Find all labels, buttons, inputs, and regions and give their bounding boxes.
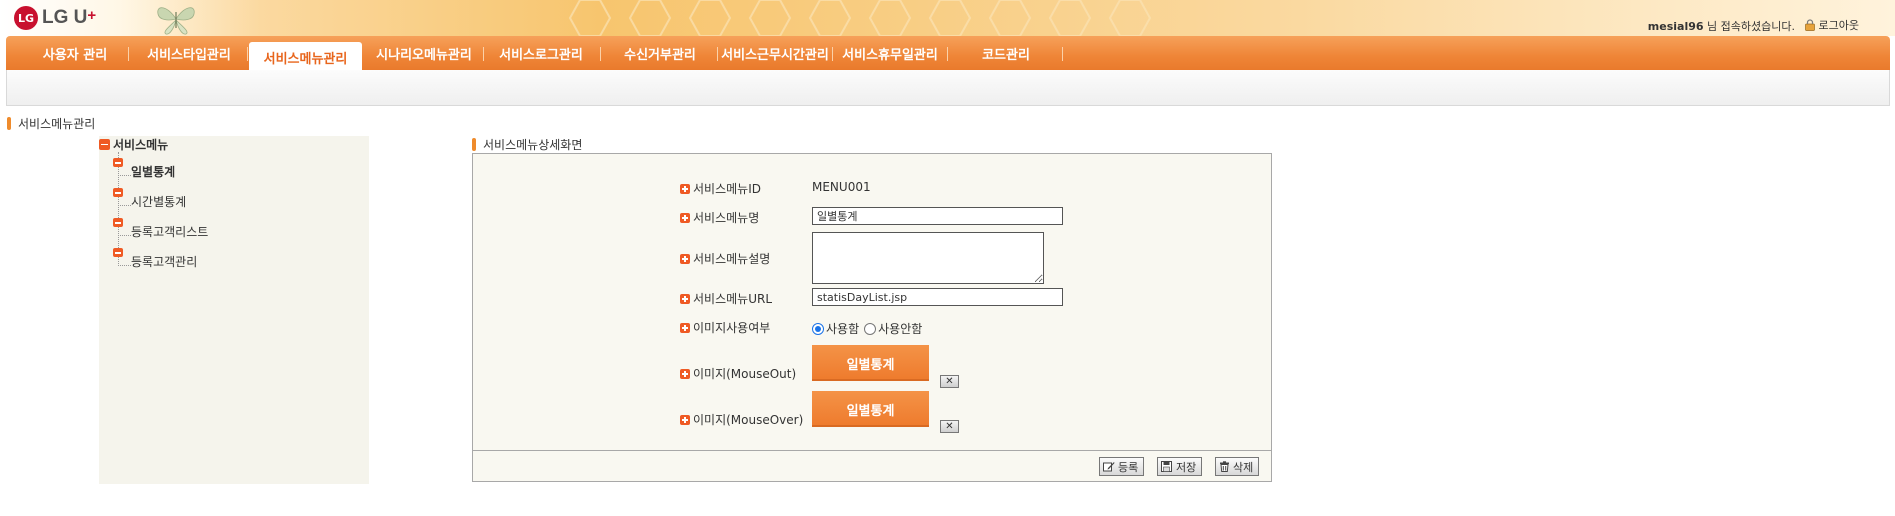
node-minus-icon: [113, 158, 123, 167]
detail-title-label: 서비스메뉴상세화면: [483, 138, 583, 152]
nav-service-type-management[interactable]: 서비스타입관리: [134, 36, 244, 70]
nav-service-work-hours-management[interactable]: 서비스근무시간관리: [719, 36, 831, 70]
tree-branch: [118, 167, 131, 176]
sub-nav-bar: [6, 70, 1890, 106]
logout-label: 로그아웃: [1818, 19, 1859, 32]
required-icon: [680, 253, 690, 264]
save-label: 저장: [1176, 460, 1197, 474]
nav-divider: [128, 47, 129, 61]
register-button[interactable]: 등록: [1099, 457, 1145, 476]
node-minus-icon: [113, 248, 123, 257]
detail-actions-bar: 등록 저장 삭제: [473, 450, 1271, 481]
required-icon: [680, 414, 690, 425]
detail-title: 서비스메뉴상세화면: [472, 136, 582, 153]
menu-name-input[interactable]: [812, 207, 1063, 225]
mouseout-image-preview[interactable]: 일별통계: [812, 345, 929, 381]
nav-service-menu-management[interactable]: 서비스메뉴관리: [249, 42, 362, 72]
remove-mouseout-image-button[interactable]: ✕: [940, 375, 959, 388]
node-minus-icon: [113, 188, 123, 197]
image-use-no-radio[interactable]: [864, 322, 877, 335]
breadcrumb-label: 서비스메뉴관리: [18, 117, 96, 131]
mouseover-image-preview[interactable]: 일별통계: [812, 391, 929, 427]
required-icon: [680, 183, 690, 194]
mouseout-image-label: 이미지(MouseOut): [680, 365, 796, 382]
menu-id-value: MENU001: [812, 180, 871, 194]
delete-button[interactable]: 삭제: [1215, 457, 1260, 476]
login-status: mesial96 님 접속하셨습니다.: [1647, 20, 1795, 33]
nav-divider: [717, 47, 718, 61]
nav-code-management[interactable]: 코드관리: [951, 36, 1061, 70]
remove-mouseover-image-button[interactable]: ✕: [940, 420, 959, 433]
nav-divider: [947, 47, 948, 61]
delete-label: 삭제: [1233, 460, 1254, 474]
menu-url-label: 서비스메뉴URL: [680, 290, 772, 307]
trash-icon: [1220, 461, 1229, 472]
nav-reject-management[interactable]: 수신거부관리: [604, 36, 716, 70]
top-header: LG LG U+ mesial96 님 접속하셨습니다. 로그아웃: [0, 0, 1895, 36]
collapse-icon[interactable]: [99, 138, 110, 150]
save-button[interactable]: 저장: [1157, 457, 1203, 476]
image-use-label: 이미지사용여부: [680, 319, 770, 336]
tree-node-label: 등록고객리스트: [131, 225, 209, 239]
menu-id-label: 서비스메뉴ID: [680, 180, 761, 197]
lg-uplus-logo[interactable]: LG LG U+: [14, 6, 96, 30]
image-use-yes-radio[interactable]: [812, 322, 824, 335]
nav-service-log-management[interactable]: 서비스로그관리: [485, 36, 597, 70]
floppy-icon: [1161, 461, 1172, 472]
tree-branch: [118, 227, 131, 236]
required-icon: [680, 368, 690, 379]
breadcrumb: 서비스메뉴관리: [7, 115, 95, 132]
service-menu-tree: 서비스메뉴 일별통계 시간별통계 등록고객리스트 등록고객관리: [99, 136, 369, 484]
register-label: 등록: [1118, 460, 1139, 474]
required-icon: [680, 322, 690, 333]
detail-panel: 서비스메뉴ID MENU001 서비스메뉴명 서비스메뉴설명 서비스메뉴URL …: [472, 153, 1272, 482]
tree-node-label: 등록고객관리: [131, 255, 198, 269]
honeycomb-decoration: [568, 0, 1152, 36]
section-marker-icon: [7, 117, 11, 130]
lg-logo-icon: LG: [14, 6, 38, 30]
tree-branch: [118, 197, 131, 206]
nav-divider: [247, 47, 248, 61]
nav-service-holiday-management[interactable]: 서비스휴무일관리: [834, 36, 946, 70]
menu-url-input[interactable]: [812, 288, 1063, 306]
tree-branch: [118, 257, 131, 266]
tree-root[interactable]: 서비스메뉴: [99, 136, 168, 152]
nav-divider: [600, 47, 601, 61]
logout-button[interactable]: 로그아웃: [1804, 17, 1859, 33]
nav-divider: [1062, 47, 1063, 61]
nav-user-management[interactable]: 사용자 관리: [20, 36, 130, 70]
node-minus-icon: [113, 218, 123, 227]
nav-scenario-menu-management[interactable]: 시나리오메뉴관리: [364, 36, 484, 70]
image-use-radio-group: 사용함 사용안함: [812, 320, 922, 337]
butterfly-icon: [157, 7, 195, 35]
tree-node-label: 일별통계: [131, 165, 176, 179]
required-icon: [680, 212, 690, 223]
section-marker-icon: [472, 138, 476, 151]
main-nav: 사용자 관리 서비스타입관리 서비스메뉴관리 시나리오메뉴관리 서비스로그관리 …: [6, 36, 1890, 72]
image-use-no-label: 사용안함: [878, 322, 923, 336]
edit-icon: [1103, 462, 1115, 472]
mouseover-image-label: 이미지(MouseOver): [680, 411, 803, 428]
logo-text: LG U+: [42, 7, 97, 28]
menu-description-textarea[interactable]: [812, 232, 1044, 284]
lock-icon: [1804, 19, 1815, 31]
nav-divider: [832, 47, 833, 61]
tree-node-label: 시간별통계: [131, 195, 187, 209]
tree-root-label: 서비스메뉴: [113, 137, 169, 152]
menu-description-label: 서비스메뉴설명: [680, 250, 770, 267]
image-use-yes-label: 사용함: [826, 322, 860, 336]
menu-name-label: 서비스메뉴명: [680, 209, 759, 226]
nav-divider: [483, 47, 484, 61]
required-icon: [680, 293, 690, 304]
